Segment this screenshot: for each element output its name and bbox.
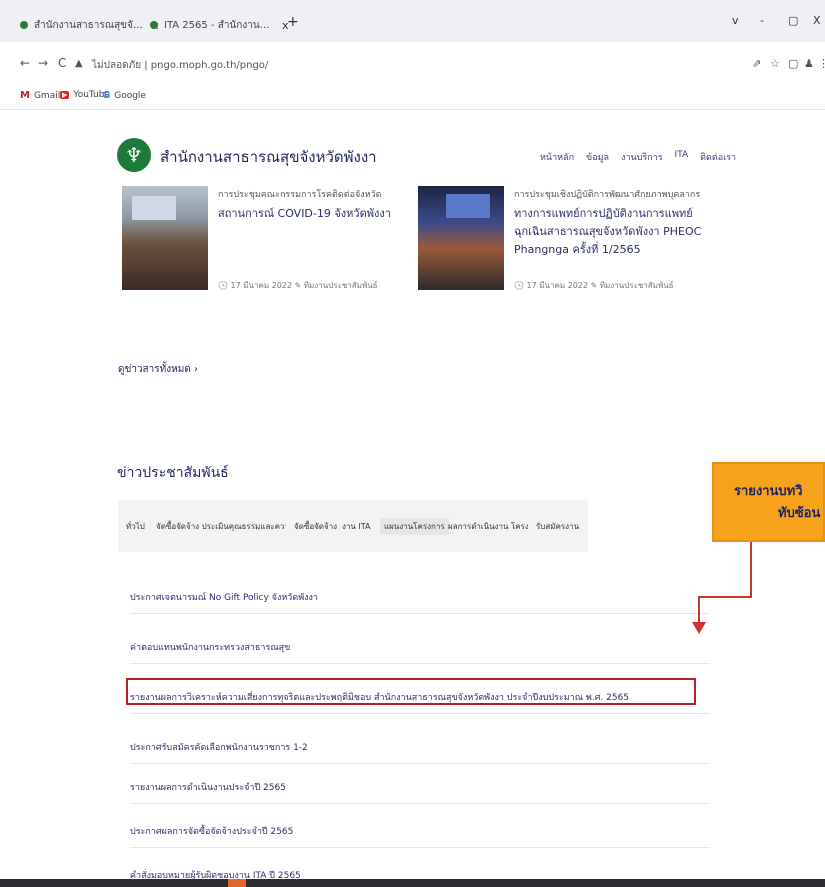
address-bar-row: ← → C ▲ ไม่ปลอดภัย | pngo.moph.go.th/png… — [0, 42, 825, 80]
site-logo-icon[interactable]: ♆ — [117, 138, 151, 172]
arrow-down-icon — [692, 622, 706, 634]
tab-general[interactable]: ทั่วไป — [126, 520, 145, 533]
close-window-icon[interactable]: X — [813, 14, 821, 27]
warning-icon[interactable]: ▲ — [75, 58, 83, 69]
projector-screen — [446, 194, 490, 218]
maximize-icon[interactable]: ▢ — [788, 14, 798, 27]
site-favicon-icon — [150, 21, 158, 29]
list-item[interactable]: ประกาศเจตนารมณ์ No Gift Policy จังหวัดพั… — [130, 576, 710, 614]
share-icon[interactable]: ⇗ — [752, 57, 761, 70]
more-menu-icon[interactable]: ⋮ — [818, 57, 825, 70]
reload-icon[interactable]: C — [58, 56, 66, 70]
os-taskbar — [0, 879, 825, 887]
site-title[interactable]: สำนักงานสาธารณสุขจังหวัดพังงา — [160, 145, 377, 169]
screen: สำนักงานสาธารณสุขจังหวัดพังงา x ITA 2565… — [0, 0, 825, 887]
tab-jobs[interactable]: รับสมัครงาน — [536, 520, 579, 533]
highlight-box — [126, 678, 696, 705]
news-thumbnail[interactable] — [418, 186, 504, 290]
callout-connector — [750, 542, 752, 598]
new-tab-icon[interactable]: + — [287, 14, 299, 30]
taskbar-app-icon[interactable] — [228, 879, 246, 887]
forward-icon[interactable]: → — [38, 56, 48, 70]
news-title[interactable]: สถานการณ์ COVID-19 จังหวัดพังงา — [218, 205, 398, 223]
list-item[interactable]: รายงานผลการดำเนินงานประจำปี 2565 — [130, 766, 710, 804]
tab-ita[interactable]: งาน ITA — [342, 520, 371, 533]
bookmark-star-icon[interactable]: ☆ — [770, 57, 780, 70]
news-meta: 🕓 17 มีนาคม 2022 ✎ ทีมงานประชาสัมพันธ์ — [218, 281, 378, 290]
nav-item-info[interactable]: ข้อมูล — [586, 150, 609, 164]
top-navigation: หน้าหลัก ข้อมูล งานบริการ ITA ติดต่อเรา — [540, 150, 736, 164]
site-favicon-icon — [20, 21, 28, 29]
nav-item-home[interactable]: หน้าหลัก — [540, 150, 574, 164]
tab-results[interactable]: ผลการดำเนินงาน โครงการ — [448, 520, 528, 533]
news-title-partial[interactable]: การประชุมเชิงปฏิบัติการพัฒนาศักยภาพบุคลา… — [514, 186, 714, 204]
list-item[interactable]: ค่าตอบแทนพนักงานกระทรวงสาธารณสุข — [130, 626, 710, 664]
youtube-icon: ▶ — [60, 91, 70, 99]
callout-line-2: ทับซ้อน — [778, 506, 821, 521]
news-title-partial[interactable]: การประชุมคณะกรรมการโรคติดต่อจังหวัด — [218, 186, 398, 204]
profile-icon[interactable]: ♟ — [804, 57, 814, 70]
callout-line-1: รายงานบทวิ — [734, 484, 803, 499]
announcement-tabs: ทั่วไป จัดซื้อจัดจ้าง ประเมินคุณธรรมและค… — [118, 500, 588, 552]
list-item[interactable]: ประกาศรับสมัครคัดเลือกพนักงานราชการ 1-2 — [130, 726, 710, 764]
bookmark-gmail[interactable]: M Gmail — [20, 90, 60, 101]
security-status: ไม่ปลอดภัย | — [92, 60, 148, 71]
extensions-icon[interactable]: ▢ — [788, 57, 798, 70]
nav-item-services[interactable]: งานบริการ — [621, 150, 662, 164]
tab-procurement-ita[interactable]: จัดซื้อจัดจ้าง ประเมินคุณธรรมและความโปร่… — [156, 520, 286, 533]
news-meta: 🕓 17 มีนาคม 2022 ✎ ทีมงานประชาสัมพันธ์ — [514, 281, 674, 290]
news-title[interactable]: ทางการแพทย์การปฏิบัติงานการแพทย์ฉุกเฉินส… — [514, 205, 714, 259]
tab-search-icon[interactable]: v — [732, 14, 739, 27]
nav-item-ita[interactable]: ITA — [675, 150, 689, 164]
bookmark-label: Gmail — [33, 90, 61, 101]
address-input[interactable]: ไม่ปลอดภัย | pngo.moph.go.th/pngo/ — [92, 58, 268, 73]
url-text: pngo.moph.go.th/pngo/ — [150, 60, 269, 71]
projector-screen — [132, 196, 176, 220]
news-thumbnail[interactable] — [122, 186, 208, 290]
bookmark-label: Google — [114, 90, 146, 101]
tab-procurement[interactable]: จัดซื้อจัดจ้าง — [294, 520, 337, 533]
tab-plans[interactable]: แผนงานโครงการ — [380, 518, 449, 535]
callout-connector — [698, 596, 752, 598]
back-icon[interactable]: ← — [20, 56, 30, 70]
bookmarks-bar: M Gmail ▶ YouTube G Google — [0, 80, 825, 110]
browser-tabstrip: สำนักงานสาธารณสุขจังหวัดพังงา x ITA 2565… — [0, 0, 825, 42]
callout-connector — [698, 596, 700, 624]
google-icon: G — [102, 90, 111, 101]
tab-label: ITA 2565 - สำนักงานสาธารณสุขจั — [164, 19, 274, 31]
minimize-icon[interactable]: - — [760, 14, 764, 27]
nav-item-contact[interactable]: ติดต่อเรา — [700, 150, 736, 164]
gmail-icon: M — [20, 90, 30, 101]
annotation-callout: รายงานบทวิ ทับซ้อน — [712, 462, 825, 542]
see-all-news-link[interactable]: ดูข่าวสารทั้งหมด › — [118, 362, 198, 377]
bookmark-google[interactable]: G Google — [102, 90, 146, 101]
tab-label: สำนักงานสาธารณสุขจังหวัดพังงา — [34, 19, 144, 31]
announcements-heading: ข่าวประชาสัมพันธ์ — [117, 465, 229, 481]
list-item[interactable]: ประกาศผลการจัดซื้อจัดจ้างประจำปี 2565 — [130, 810, 710, 848]
browser-tab-1[interactable]: สำนักงานสาธารณสุขจังหวัดพังงา x — [20, 14, 159, 36]
browser-tab-2[interactable]: ITA 2565 - สำนักงานสาธารณสุขจั x — [150, 14, 289, 36]
